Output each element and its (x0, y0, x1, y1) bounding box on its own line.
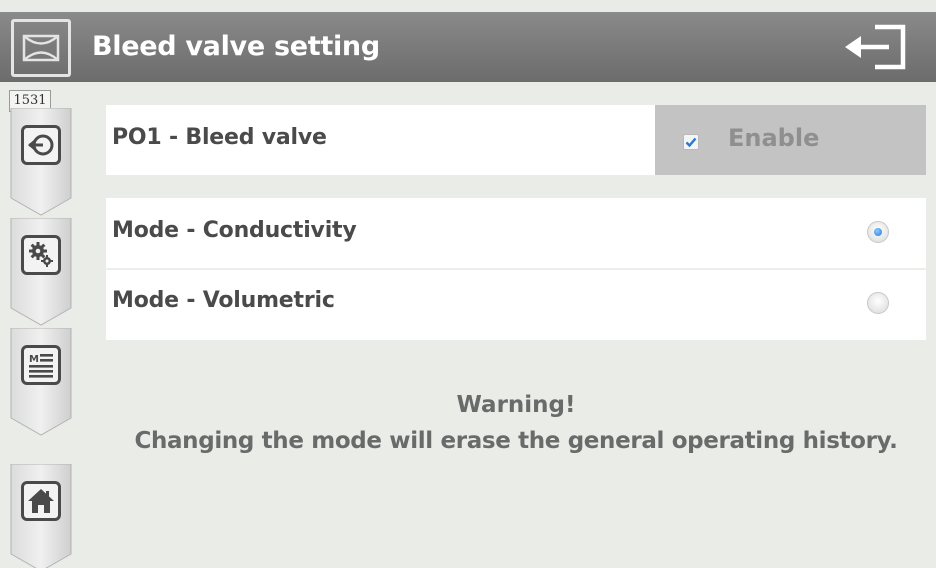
exit-arrow-icon (845, 24, 906, 70)
output-panel: PO1 - Bleed valve Enable (106, 105, 926, 175)
mode-label: Mode - Conductivity (112, 218, 357, 243)
header: Bleed valve setting (0, 0, 936, 86)
enable-label: Enable (728, 124, 820, 152)
mode-label: Mode - Volumetric (112, 288, 335, 313)
sidebar-menu-button[interactable]: M (10, 328, 72, 436)
warning-text: Changing the mode will erase the general… (134, 428, 898, 454)
page-title: Bleed valve setting (92, 31, 380, 62)
mode-option-volumetric[interactable]: Mode - Volumetric (106, 270, 926, 340)
back-arrow-icon (21, 125, 61, 165)
mode-panel: Mode - Conductivity Mode - Volumetric (106, 198, 926, 340)
svg-text:M: M (29, 354, 39, 365)
enable-toggle[interactable]: Enable (655, 105, 926, 175)
output-label: PO1 - Bleed valve (112, 125, 327, 150)
valve-logo-icon (11, 19, 71, 77)
warning-title: Warning! (456, 392, 576, 418)
enable-checkbox[interactable] (683, 134, 699, 150)
radio-selected-dot (874, 228, 882, 236)
sidebar-home-button[interactable] (10, 464, 72, 568)
menu-list-icon: M (21, 345, 61, 385)
checkmark-icon (685, 137, 697, 148)
home-icon (21, 481, 61, 521)
gears-icon (21, 235, 61, 275)
mode-radio-volumetric[interactable] (867, 292, 889, 314)
sidebar-settings-button[interactable] (10, 218, 72, 326)
sidebar-back-button[interactable] (10, 108, 72, 216)
mode-radio-conductivity[interactable] (867, 221, 889, 243)
exit-button[interactable] (840, 22, 912, 72)
sidebar: 1531 M (0, 86, 76, 568)
mode-option-conductivity[interactable]: Mode - Conductivity (106, 198, 926, 268)
